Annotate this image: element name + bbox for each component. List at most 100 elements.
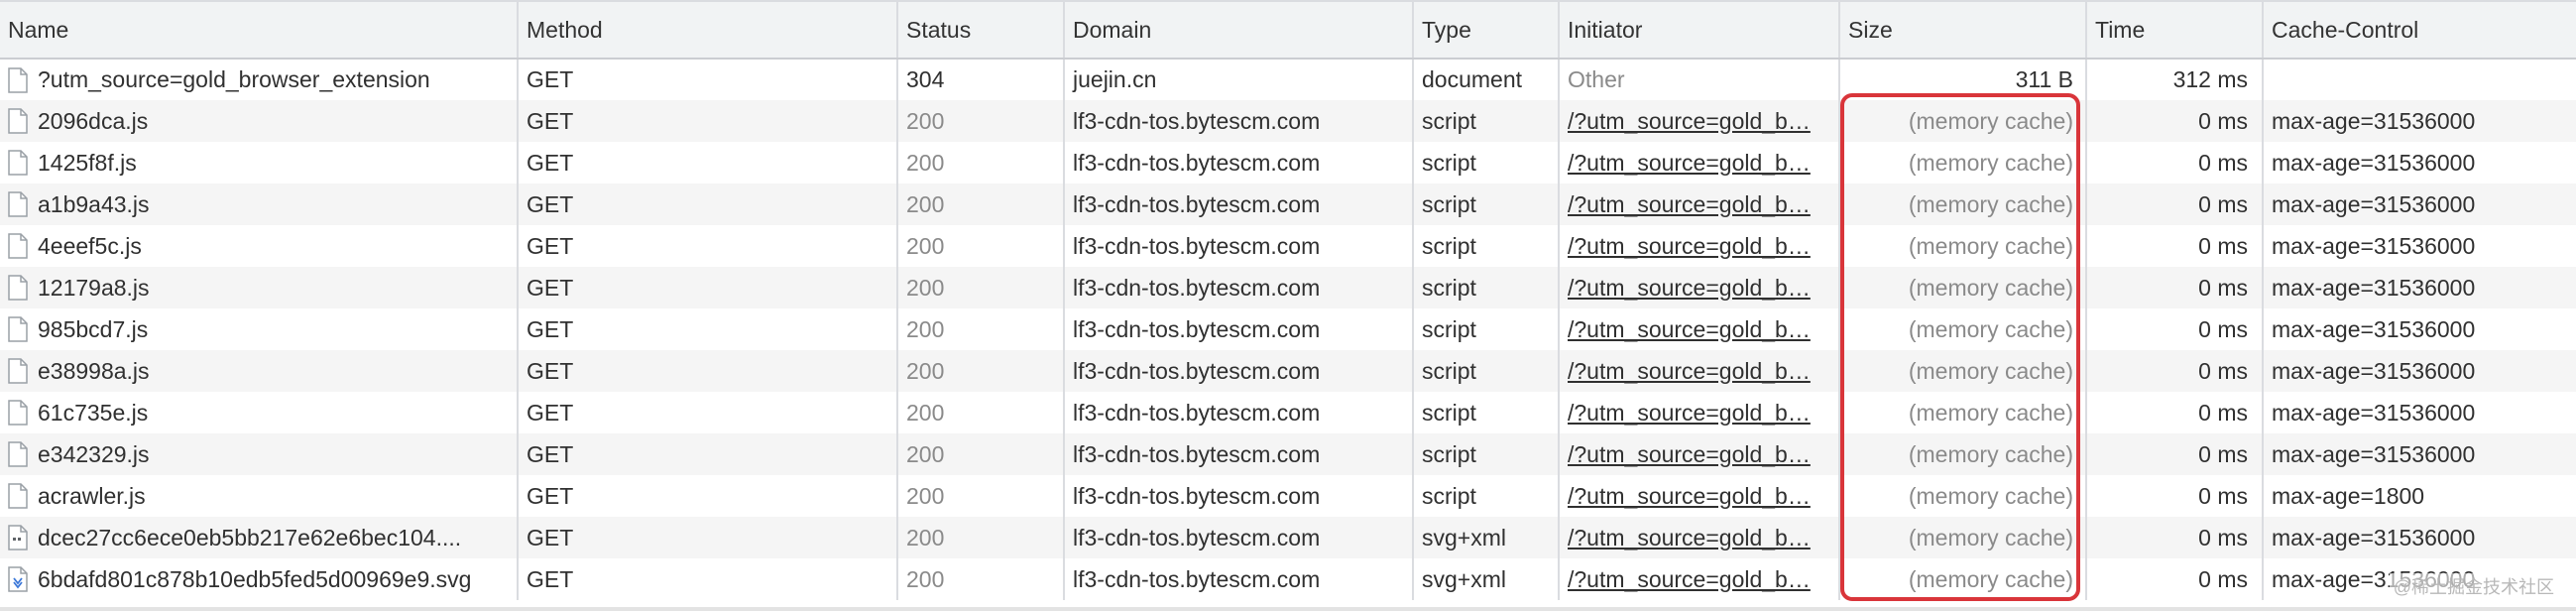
column-header-method[interactable]: Method bbox=[518, 0, 898, 60]
document-icon bbox=[8, 108, 28, 134]
cell-name[interactable]: e342329.js bbox=[0, 433, 519, 475]
cell-time: 312 ms bbox=[2086, 59, 2264, 100]
request-name: 985bcd7.js bbox=[38, 315, 149, 342]
column-header-name[interactable]: Name bbox=[0, 0, 519, 60]
cell-type: script bbox=[1413, 225, 1560, 267]
table-row[interactable]: dcec27cc6ece0eb5bb217e62e6bec104.... GET 2… bbox=[0, 517, 2576, 558]
initiator-link[interactable]: /?utm_source=gold_b… bbox=[1568, 441, 1811, 467]
cell-name[interactable]: a1b9a43.js bbox=[0, 183, 519, 225]
cell-domain: lf3-cdn-tos.bytescm.com bbox=[1064, 267, 1414, 308]
cell-initiator: /?utm_source=gold_b… bbox=[1559, 225, 1840, 267]
initiator-link[interactable]: /?utm_source=gold_b… bbox=[1568, 316, 1811, 342]
cell-cache-control bbox=[2263, 59, 2576, 100]
table-row[interactable]: acrawler.js GET 200 lf3-cdn-tos.bytescm.com… bbox=[0, 475, 2576, 517]
cell-domain: lf3-cdn-tos.bytescm.com bbox=[1064, 517, 1414, 558]
image-icon bbox=[8, 525, 28, 550]
initiator-link[interactable]: /?utm_source=gold_b… bbox=[1568, 191, 1811, 217]
cell-name[interactable]: 61c735e.js bbox=[0, 392, 519, 433]
initiator-link[interactable]: /?utm_source=gold_b… bbox=[1568, 275, 1811, 301]
table-row[interactable]: 6bdafd801c878b10edb5fed5d00969e9.svg GET 2… bbox=[0, 558, 2576, 600]
document-icon bbox=[8, 150, 28, 176]
column-header-type[interactable]: Type bbox=[1413, 0, 1560, 60]
table-row[interactable]: a1b9a43.js GET 200 lf3-cdn-tos.bytescm.com s… bbox=[0, 183, 2576, 225]
table-row[interactable]: 985bcd7.js GET 200 lf3-cdn-tos.bytescm.com s… bbox=[0, 308, 2576, 350]
cell-status: 200 bbox=[897, 558, 1065, 600]
cell-status: 200 bbox=[897, 475, 1065, 517]
cell-name[interactable]: 12179a8.js bbox=[0, 267, 519, 308]
cell-name[interactable]: 6bdafd801c878b10edb5fed5d00969e9.svg bbox=[0, 558, 519, 600]
request-name: ?utm_source=gold_browser_extension bbox=[38, 66, 430, 92]
cell-status: 200 bbox=[897, 433, 1065, 475]
cell-type: script bbox=[1413, 267, 1560, 308]
column-header-domain[interactable]: Domain bbox=[1064, 0, 1414, 60]
cell-name[interactable]: 985bcd7.js bbox=[0, 308, 519, 350]
cell-initiator: /?utm_source=gold_b… bbox=[1559, 267, 1840, 308]
initiator-link[interactable]: /?utm_source=gold_b… bbox=[1568, 150, 1811, 176]
table-row[interactable]: 4eeef5c.js GET 200 lf3-cdn-tos.bytescm.com s… bbox=[0, 225, 2576, 267]
request-name: acrawler.js bbox=[38, 482, 146, 509]
cell-initiator: /?utm_source=gold_b… bbox=[1559, 100, 1840, 142]
table-row[interactable]: 12179a8.js GET 200 lf3-cdn-tos.bytescm.com s… bbox=[0, 267, 2576, 308]
initiator-link[interactable]: /?utm_source=gold_b… bbox=[1568, 525, 1811, 550]
cell-name[interactable]: 2096dca.js bbox=[0, 100, 519, 142]
request-name: dcec27cc6ece0eb5bb217e62e6bec104.... bbox=[38, 524, 462, 550]
cell-type: script bbox=[1413, 392, 1560, 433]
table-row[interactable]: e38998a.js GET 200 lf3-cdn-tos.bytescm.com s… bbox=[0, 350, 2576, 392]
cell-domain: lf3-cdn-tos.bytescm.com bbox=[1064, 350, 1414, 392]
cell-name[interactable]: acrawler.js bbox=[0, 475, 519, 517]
cell-domain: lf3-cdn-tos.bytescm.com bbox=[1064, 308, 1414, 350]
cell-initiator: /?utm_source=gold_b… bbox=[1559, 350, 1840, 392]
cell-cache-control: max-age=31536000 bbox=[2272, 190, 2476, 217]
cell-status: 200 bbox=[897, 350, 1065, 392]
cell-method: GET bbox=[518, 350, 898, 392]
column-header-cache-control[interactable]: Cache-Control bbox=[2263, 0, 2576, 60]
table-row[interactable]: ?utm_source=gold_browser_extension GET 304… bbox=[0, 59, 2576, 100]
cell-name[interactable]: e38998a.js bbox=[0, 350, 519, 392]
cell-type: document bbox=[1413, 59, 1560, 100]
request-name: a1b9a43.js bbox=[38, 190, 150, 217]
cell-status: 200 bbox=[897, 308, 1065, 350]
network-panel: Name Method Status Domain Type Initiator… bbox=[0, 0, 2576, 611]
initiator-link[interactable]: /?utm_source=gold_b… bbox=[1568, 400, 1811, 426]
initiator-link[interactable]: /?utm_source=gold_b… bbox=[1568, 108, 1811, 134]
cell-name[interactable]: 4eeef5c.js bbox=[0, 225, 519, 267]
column-header-status[interactable]: Status bbox=[897, 0, 1065, 60]
table-row[interactable]: 1425f8f.js GET 200 lf3-cdn-tos.bytescm.com s… bbox=[0, 142, 2576, 183]
cell-time: 0 ms bbox=[2086, 475, 2264, 517]
cell-method: GET bbox=[518, 267, 898, 308]
table-row[interactable]: 2096dca.js GET 200 lf3-cdn-tos.bytescm.com s… bbox=[0, 100, 2576, 142]
cell-domain: lf3-cdn-tos.bytescm.com bbox=[1064, 558, 1414, 600]
document-icon bbox=[8, 483, 28, 509]
cell-method: GET bbox=[518, 475, 898, 517]
document-icon bbox=[8, 275, 28, 301]
cell-size: 311 B bbox=[1839, 59, 2087, 100]
cell-status: 200 bbox=[897, 517, 1065, 558]
cell-time: 0 ms bbox=[2086, 392, 2264, 433]
column-header-size[interactable]: Size bbox=[1839, 0, 2087, 60]
cell-cache-control: max-age=1800 bbox=[2272, 482, 2425, 509]
cell-cache-control: max-age=31536000 bbox=[2272, 399, 2476, 426]
initiator-link[interactable]: /?utm_source=gold_b… bbox=[1568, 233, 1811, 259]
column-header-initiator[interactable]: Initiator bbox=[1559, 0, 1840, 60]
column-header-time[interactable]: Time bbox=[2086, 0, 2264, 60]
cell-initiator: /?utm_source=gold_b… bbox=[1559, 308, 1840, 350]
cell-method: GET bbox=[518, 308, 898, 350]
cell-time: 0 ms bbox=[2086, 100, 2264, 142]
initiator-link[interactable]: /?utm_source=gold_b… bbox=[1568, 566, 1811, 592]
cell-method: GET bbox=[518, 100, 898, 142]
table-row[interactable]: e342329.js GET 200 lf3-cdn-tos.bytescm.com s… bbox=[0, 433, 2576, 475]
cell-name[interactable]: dcec27cc6ece0eb5bb217e62e6bec104.... bbox=[0, 517, 519, 558]
cell-name[interactable]: ?utm_source=gold_browser_extension bbox=[0, 59, 519, 100]
cell-cache-control: max-age=31536000 bbox=[2272, 149, 2476, 176]
cell-name[interactable]: 1425f8f.js bbox=[0, 142, 519, 183]
cell-domain: lf3-cdn-tos.bytescm.com bbox=[1064, 183, 1414, 225]
cell-domain: lf3-cdn-tos.bytescm.com bbox=[1064, 475, 1414, 517]
cell-initiator: /?utm_source=gold_b… bbox=[1559, 475, 1840, 517]
initiator-link[interactable]: /?utm_source=gold_b… bbox=[1568, 358, 1811, 384]
initiator-link[interactable]: /?utm_source=gold_b… bbox=[1568, 483, 1811, 509]
cell-time: 0 ms bbox=[2086, 558, 2264, 600]
cell-size: (memory cache) bbox=[1839, 308, 2087, 350]
request-name: e342329.js bbox=[38, 440, 150, 467]
cell-time: 0 ms bbox=[2086, 183, 2264, 225]
table-row[interactable]: 61c735e.js GET 200 lf3-cdn-tos.bytescm.com s… bbox=[0, 392, 2576, 433]
